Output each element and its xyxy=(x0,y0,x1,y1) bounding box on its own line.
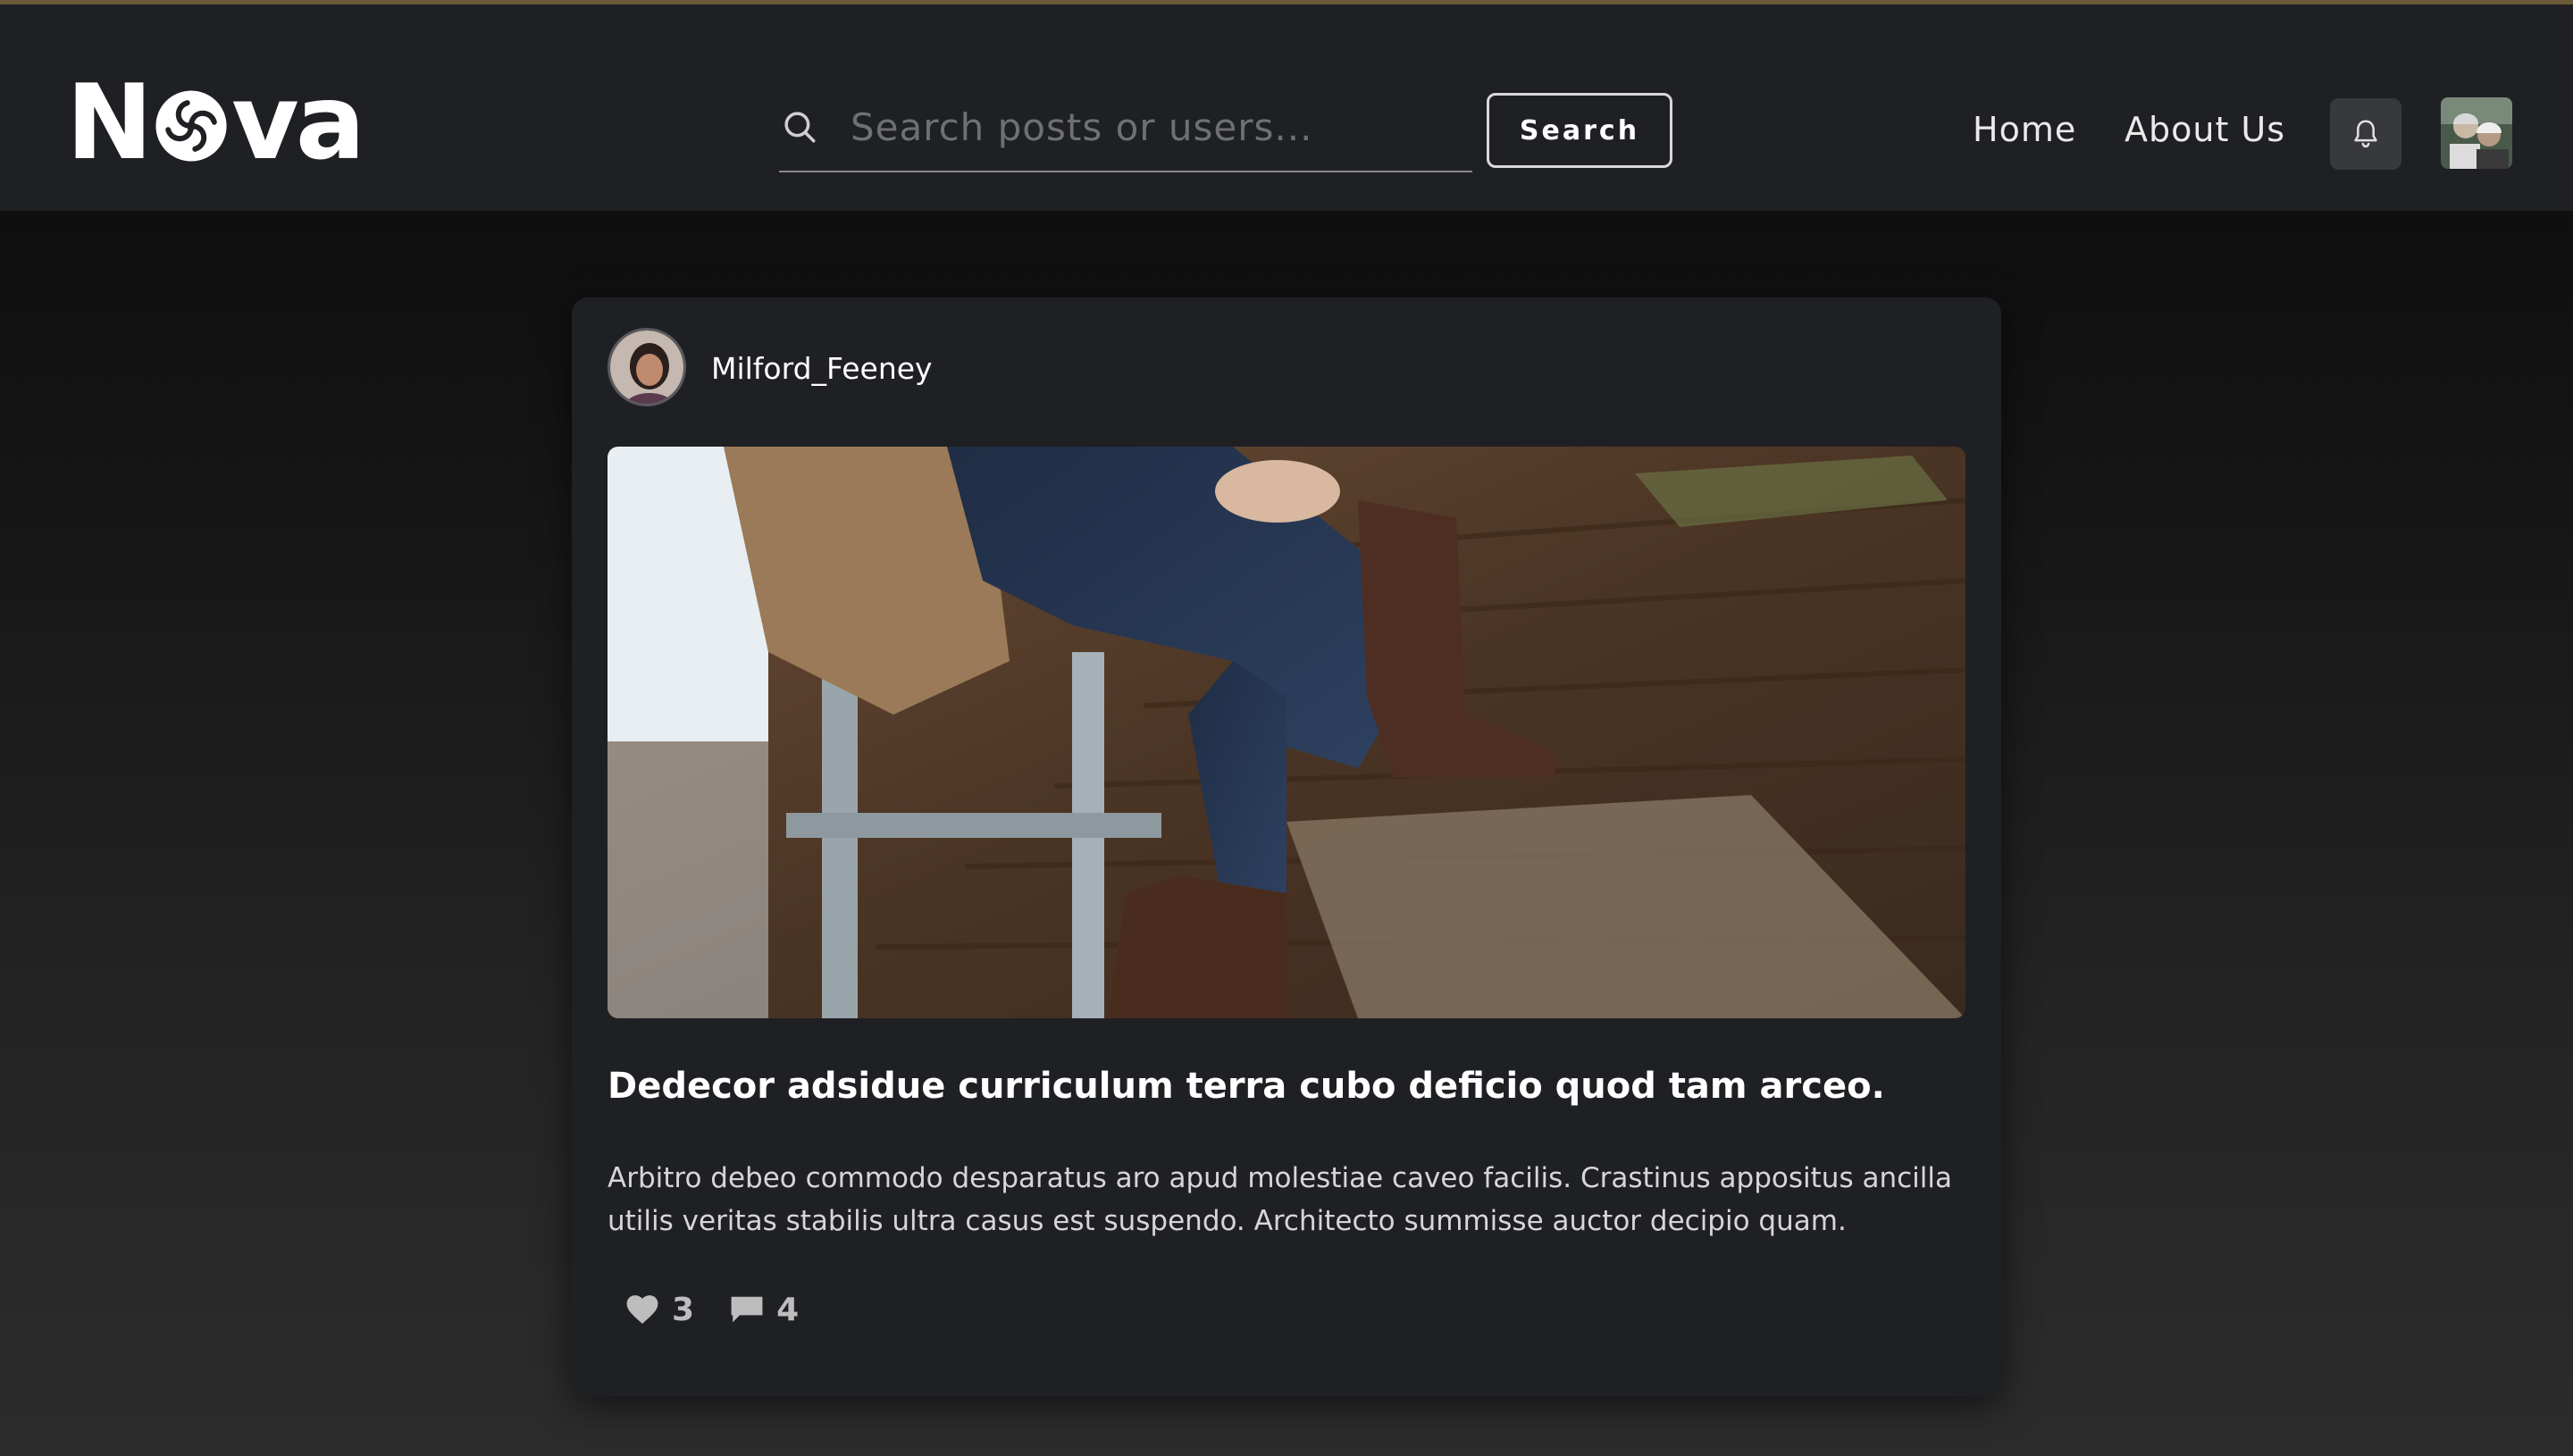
post-photo xyxy=(608,447,1965,1018)
notifications-button[interactable] xyxy=(2330,98,2401,170)
avatar xyxy=(610,331,683,404)
search-bar xyxy=(779,83,1472,172)
nav-home-link[interactable]: Home xyxy=(1973,110,2076,149)
post-actions: 3 4 xyxy=(625,1287,834,1332)
user-avatar[interactable] xyxy=(2441,97,2512,169)
post-author-name[interactable]: Milford_Feeney xyxy=(711,351,933,386)
post-title: Dedecor adsidue curriculum terra cubo de… xyxy=(608,1066,1885,1107)
nova-logo[interactable]: N va xyxy=(66,63,365,183)
author-avatar[interactable] xyxy=(608,328,686,406)
search-icon xyxy=(784,112,816,143)
post-card: Milford_Feeney Dedecor adsidue curriculu… xyxy=(572,297,2001,1396)
bell-icon xyxy=(2354,120,2377,148)
swirl-icon xyxy=(155,90,227,162)
search-input[interactable] xyxy=(851,105,1440,149)
comment-icon xyxy=(731,1296,763,1323)
comment-count: 4 xyxy=(776,1291,800,1328)
post-body: Arbitro debeo commodo desparatus aro apu… xyxy=(608,1162,1952,1237)
search-button[interactable]: Search xyxy=(1487,93,1672,168)
nav-about-link[interactable]: About Us xyxy=(2125,110,2285,149)
like-button[interactable]: 3 xyxy=(625,1292,694,1328)
logo-text-va: va xyxy=(231,62,365,183)
post-image[interactable] xyxy=(608,447,1965,1018)
top-header: N va Search Home About Us xyxy=(0,4,2573,211)
logo-text-n: N xyxy=(66,62,153,183)
avatar xyxy=(2441,97,2512,169)
comment-button[interactable]: 4 xyxy=(730,1292,799,1328)
heart-icon xyxy=(626,1295,658,1324)
like-count: 3 xyxy=(672,1291,695,1328)
